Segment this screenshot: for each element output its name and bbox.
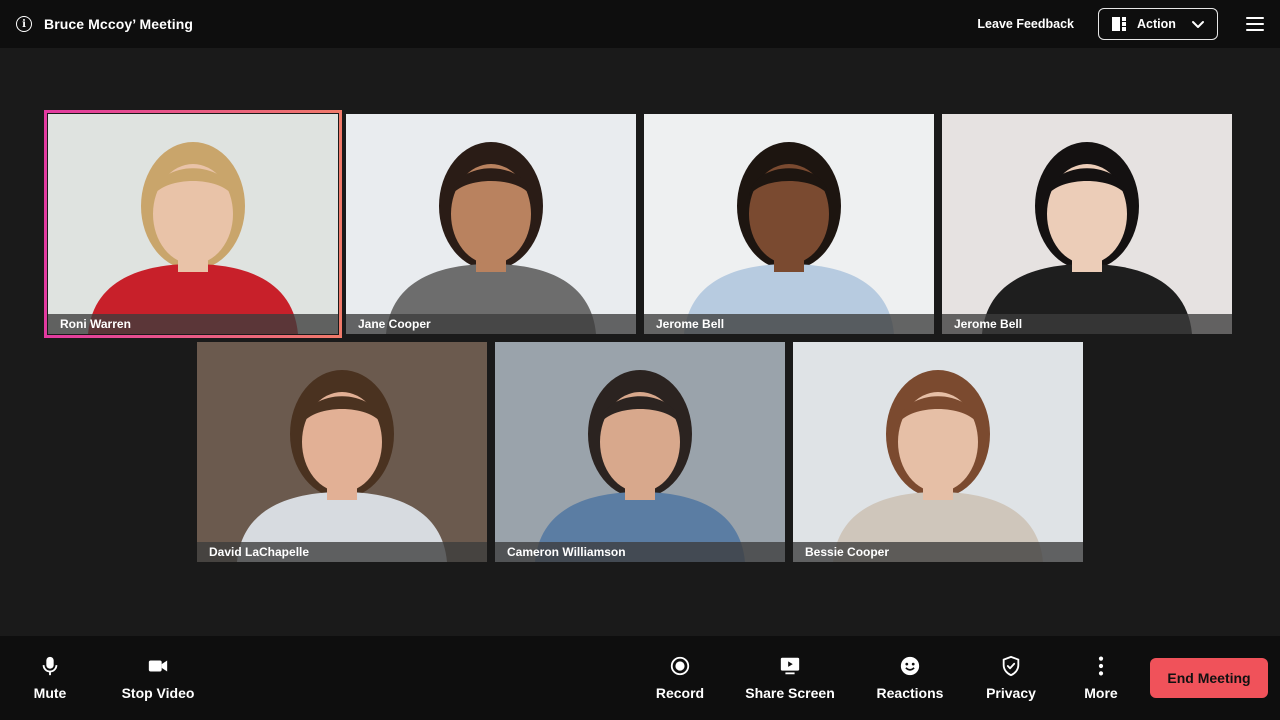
smiley-icon — [900, 656, 920, 676]
hamburger-menu-icon[interactable] — [1246, 17, 1264, 31]
participant-tile[interactable]: Jane Cooper — [346, 114, 636, 334]
participant-tile[interactable]: David LaChapelle — [197, 342, 487, 562]
participant-name: Roni Warren — [48, 314, 338, 334]
control-bar: Mute Stop Video Record Share Screen Reac… — [0, 636, 1280, 720]
end-meeting-button[interactable]: End Meeting — [1150, 658, 1268, 698]
participant-video-feed — [495, 342, 785, 562]
more-label: More — [1084, 685, 1118, 701]
participant-tile[interactable]: Bessie Cooper — [793, 342, 1083, 562]
layout-icon — [1112, 17, 1126, 31]
share-screen-label: Share Screen — [745, 685, 835, 701]
participant-name: Jane Cooper — [346, 314, 636, 334]
stop-video-label: Stop Video — [121, 685, 195, 701]
top-bar: i Bruce Mccoy’ Meeting Leave Feedback Ac… — [0, 0, 1280, 48]
participant-video-feed — [48, 114, 338, 334]
action-dropdown[interactable]: Action — [1098, 8, 1218, 40]
record-label: Record — [655, 685, 705, 701]
reactions-label: Reactions — [876, 685, 944, 701]
participant-video-feed — [197, 342, 487, 562]
video-camera-icon — [148, 660, 168, 672]
participant-tile[interactable]: Jerome Bell — [942, 114, 1232, 334]
participant-video-feed — [942, 114, 1232, 334]
participant-name: Cameron Williamson — [495, 542, 785, 562]
participant-tile[interactable]: Cameron Williamson — [495, 342, 785, 562]
mute-button[interactable]: Mute — [22, 636, 78, 720]
participant-tile[interactable]: Roni Warren — [48, 114, 338, 334]
leave-feedback-link[interactable]: Leave Feedback — [977, 17, 1074, 31]
share-screen-button[interactable]: Share Screen — [740, 636, 840, 720]
microphone-icon — [42, 656, 58, 676]
participant-name: Jerome Bell — [644, 314, 934, 334]
mute-label: Mute — [33, 685, 67, 701]
meeting-title: Bruce Mccoy’ Meeting — [44, 16, 194, 32]
info-icon[interactable]: i — [16, 16, 32, 32]
participant-name: David LaChapelle — [197, 542, 487, 562]
participant-name: Bessie Cooper — [793, 542, 1083, 562]
participant-video-feed — [793, 342, 1083, 562]
participant-video-feed — [644, 114, 934, 334]
more-button[interactable]: More — [1076, 636, 1126, 720]
action-label: Action — [1137, 17, 1176, 31]
participant-tile[interactable]: Jerome Bell — [644, 114, 934, 334]
privacy-label: Privacy — [986, 685, 1036, 701]
stop-video-button[interactable]: Stop Video — [114, 636, 202, 720]
participant-video-feed — [346, 114, 636, 334]
participant-name: Jerome Bell — [942, 314, 1232, 334]
share-screen-icon — [780, 657, 800, 675]
record-icon — [670, 656, 690, 676]
record-button[interactable]: Record — [648, 636, 712, 720]
privacy-button[interactable]: Privacy — [980, 636, 1042, 720]
reactions-button[interactable]: Reactions — [870, 636, 950, 720]
top-bar-actions: Leave Feedback Action — [977, 8, 1264, 40]
chevron-down-icon — [1192, 21, 1204, 28]
shield-icon — [1002, 655, 1020, 677]
more-vertical-icon — [1098, 656, 1104, 676]
meeting-info: i Bruce Mccoy’ Meeting — [16, 16, 193, 32]
